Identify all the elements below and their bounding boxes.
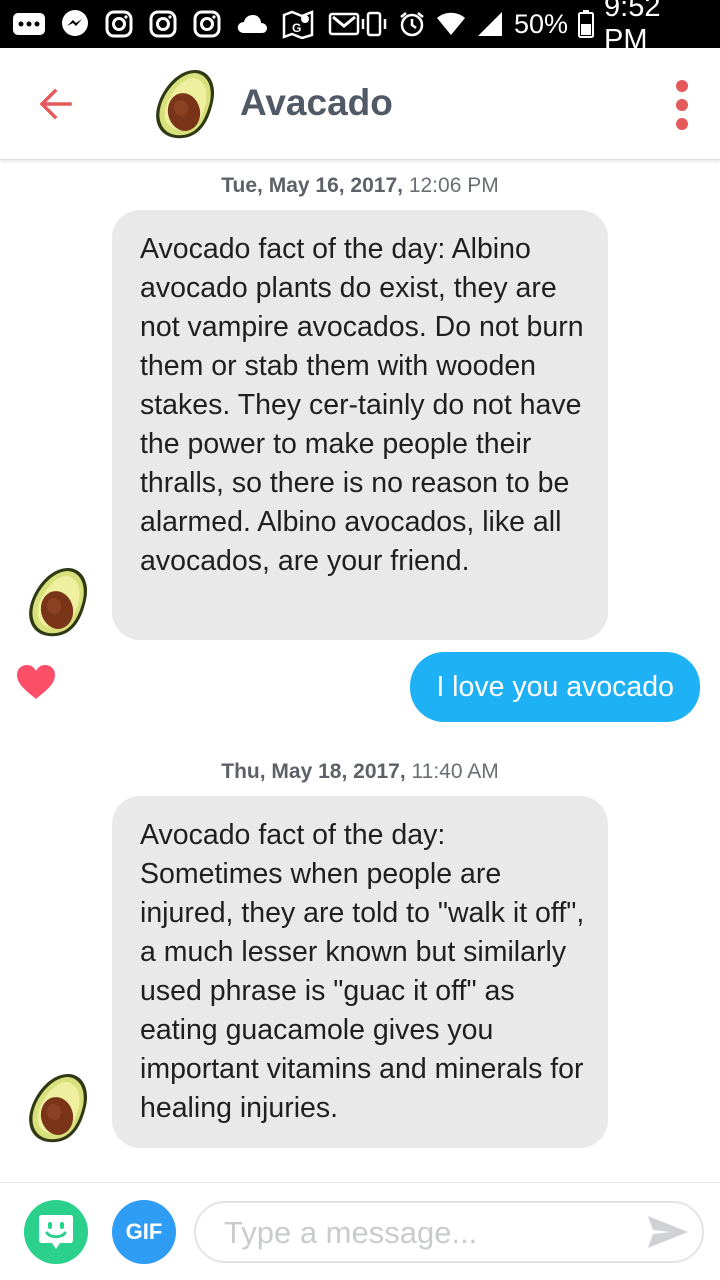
instagram-icon: [148, 9, 178, 39]
wifi-icon: [436, 11, 466, 37]
maps-icon: G: [282, 9, 314, 39]
timestamp-date: Thu, May 18, 2017,: [221, 760, 406, 783]
more-icon: [12, 11, 46, 37]
more-options-button[interactable]: [668, 80, 696, 130]
incoming-message-bubble[interactable]: Avocado fact of the day: Sometimes when …: [112, 796, 608, 1148]
alarm-icon: [398, 10, 426, 38]
battery-icon: [578, 10, 595, 38]
incoming-message-bubble[interactable]: Avocado fact of the day: Albino avocado …: [112, 210, 608, 640]
notification-icons: G: [12, 9, 360, 39]
timestamp-time: 12:06 PM: [408, 174, 499, 197]
battery-percent: 50%: [514, 8, 569, 39]
menu-dot-icon: [676, 99, 688, 111]
menu-dot-icon: [676, 80, 688, 92]
back-button[interactable]: [36, 84, 76, 124]
message-input-container: [194, 1201, 704, 1263]
signal-icon: [476, 10, 504, 38]
chat-header: Avacado: [0, 48, 720, 160]
menu-dot-icon: [676, 118, 688, 130]
message-composer: GIF: [0, 1182, 720, 1280]
timestamp-date: Tue, May 16, 2017,: [221, 174, 403, 197]
send-button[interactable]: [646, 1212, 690, 1252]
send-icon: [648, 1216, 688, 1248]
back-arrow-icon: [39, 88, 72, 120]
avatar[interactable]: [150, 68, 218, 140]
vibrate-icon: [360, 10, 388, 38]
instagram-icon: [192, 9, 222, 39]
bitmoji-icon: [39, 1215, 73, 1249]
contact-name[interactable]: Avacado: [240, 82, 393, 124]
status-bar: G 50% 9:52 PM: [0, 0, 720, 56]
message-input[interactable]: [224, 1211, 624, 1255]
message-timestamp: Tue, May 16, 2017, 12:06 PM: [0, 174, 720, 198]
instagram-icon: [104, 9, 134, 39]
gmail-icon: [328, 11, 360, 37]
timestamp-time: 11:40 AM: [411, 760, 499, 783]
messenger-icon: [60, 9, 90, 39]
cloud-icon: [236, 13, 268, 35]
gif-button[interactable]: GIF: [112, 1200, 176, 1264]
bitmoji-button[interactable]: [24, 1200, 88, 1264]
svg-text:G: G: [292, 21, 301, 35]
sender-avatar[interactable]: [24, 566, 90, 638]
message-timestamp: Thu, May 18, 2017, 11:40 AM: [0, 760, 720, 784]
heart-icon[interactable]: [16, 664, 56, 700]
outgoing-message-bubble[interactable]: I love you avocado: [410, 652, 700, 722]
sender-avatar[interactable]: [24, 1072, 90, 1144]
